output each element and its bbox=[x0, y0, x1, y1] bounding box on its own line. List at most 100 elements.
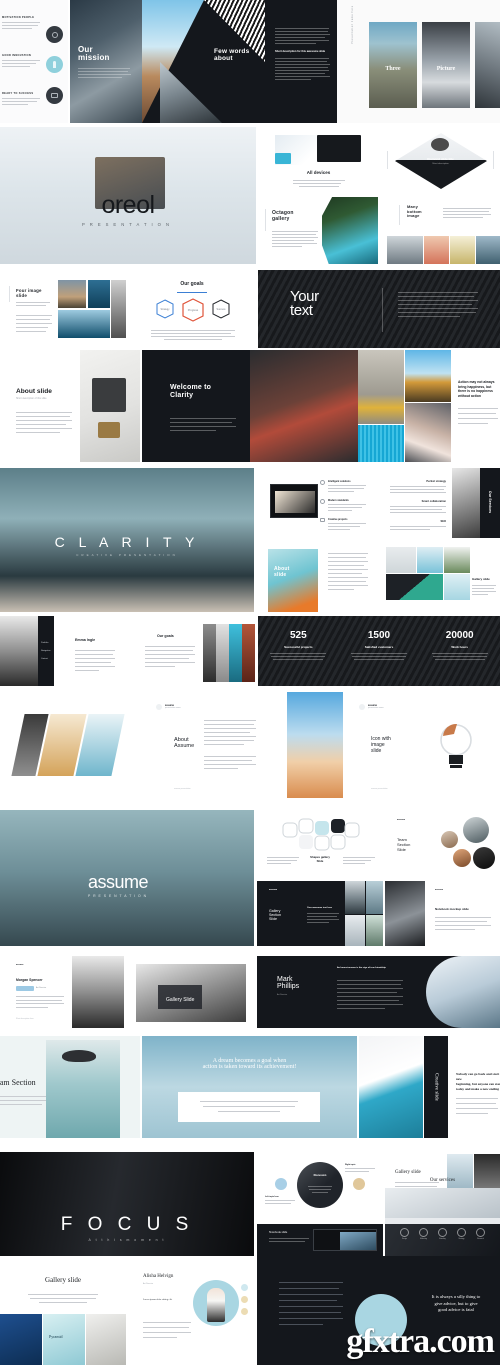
search-icon bbox=[320, 480, 325, 485]
service-icon-item[interactable]: Marketing bbox=[419, 1228, 428, 1240]
slide-few-words-text[interactable]: Short description for this awesome slide bbox=[265, 0, 337, 123]
assume-logo-icon-2 bbox=[359, 704, 365, 710]
row-focus: F O C U S A t t h i s m o m e n t Discus… bbox=[0, 1152, 500, 1256]
slide-welcome-bridge-image[interactable] bbox=[250, 350, 358, 462]
about-clarity-line2: slide bbox=[274, 571, 287, 578]
row-stats: Portfolio Navigation Contact Emma Ingle … bbox=[0, 614, 500, 688]
slide-diagonal-gallery[interactable] bbox=[0, 692, 140, 798]
assume-brand-sub-2: presentation name bbox=[368, 707, 384, 709]
service-icon-item[interactable]: Branding bbox=[438, 1228, 447, 1240]
gallery-slide-big-label: Gallery Slide bbox=[166, 997, 195, 1003]
rocket-icon[interactable] bbox=[46, 56, 63, 73]
slide-emma-ingle[interactable]: Emma Ingle bbox=[57, 616, 125, 686]
service-label-1: Design bbox=[402, 1239, 407, 1240]
diamond-title: Diamond slide title bbox=[427, 157, 454, 161]
slide-four-image[interactable]: Four image slide bbox=[0, 270, 126, 348]
slide-team-section-2[interactable]: Team Section bbox=[0, 1036, 140, 1138]
slide-action-text[interactable]: Action may not always bring happiness, b… bbox=[452, 350, 500, 462]
slide-portfolio-nav[interactable]: Portfolio Navigation Contact bbox=[0, 616, 54, 686]
alisha-dot-3[interactable] bbox=[241, 1308, 248, 1315]
gallery-section-brand: assume bbox=[269, 889, 278, 891]
slide-about-clarity[interactable]: About slide bbox=[258, 541, 377, 612]
discussion-left-label: Left topic here bbox=[265, 1196, 279, 1198]
avatar bbox=[441, 831, 458, 848]
our-goals-title: Our goals bbox=[180, 281, 204, 287]
portfolio-menu-1[interactable]: Portfolio bbox=[41, 642, 48, 644]
alisha-dot-2[interactable] bbox=[241, 1296, 248, 1303]
globe-icon bbox=[320, 499, 325, 504]
portfolio-menu-2[interactable]: Navigation bbox=[41, 650, 50, 652]
slide-stats[interactable]: 525 Successful projects 1500 Satisfied c… bbox=[258, 616, 500, 686]
service-icon-item[interactable]: Strategy bbox=[457, 1228, 466, 1240]
mark-line2: Phillips bbox=[277, 983, 300, 990]
slide-few-words[interactable]: Few words about bbox=[142, 0, 265, 123]
slide-icon-with-image[interactable]: assume presentation name Icon with image… bbox=[345, 692, 500, 798]
slide-about-assume[interactable]: assume presentation name About Assume as… bbox=[142, 692, 285, 798]
service-icon-item[interactable]: Research bbox=[476, 1228, 485, 1240]
service-label-4: Strategy bbox=[458, 1239, 465, 1240]
slide-shapes-gallery[interactable]: Shapes gallery Slide bbox=[257, 811, 383, 879]
slide-gallery-section[interactable]: assume Gallery Section Slide Your awesom… bbox=[257, 881, 383, 946]
slide-discussion[interactable]: Discussion Left topic here Right topic bbox=[257, 1152, 383, 1222]
slide-octagon-gallery[interactable]: Octagon gallery bbox=[259, 197, 378, 264]
three-picture-label-2: Picture bbox=[436, 66, 456, 72]
slide-gallery-column-1[interactable] bbox=[358, 350, 404, 462]
slide-welcome-clarity-dark[interactable]: Welcome to Clarity bbox=[142, 350, 250, 462]
slide-mark-phillips[interactable]: Mark Phillips Art Director An honest ans… bbox=[257, 956, 500, 1028]
slide-gallery-objects[interactable]: Gallery slide bbox=[380, 541, 500, 612]
slide-our-goals-2[interactable]: Our goals bbox=[127, 616, 255, 686]
target-icon[interactable] bbox=[46, 26, 63, 43]
portfolio-menu-3[interactable]: Contact bbox=[41, 658, 48, 660]
silly-line2: give advice, but to give bbox=[434, 1300, 478, 1306]
slide-our-services[interactable]: Perfect strategy Smart collaboration SEO… bbox=[380, 468, 500, 538]
slide-our-services-2[interactable]: Design Marketing Branding Strategy Resea… bbox=[385, 1224, 500, 1256]
slide-sky-image[interactable] bbox=[287, 692, 343, 798]
notebook-title: Notebook slide bbox=[269, 1230, 288, 1234]
slide-notebook[interactable]: Notebook slide bbox=[257, 1224, 383, 1256]
slide-morgan-spencer[interactable]: assume Morgan Spencer Art Director Short… bbox=[0, 956, 124, 1028]
slide-assume-cover[interactable]: assume P R E S E N T A T I O N bbox=[0, 810, 254, 946]
slide-focus-cover[interactable]: F O C U S A t t h i s m o m e n t bbox=[0, 1152, 254, 1256]
slide-nobody-quote[interactable]: Nobody can go back and start a new begin… bbox=[450, 1036, 500, 1138]
row-oreol-top: MOTIVATION PEOPLE GOOD INNOVATION READY … bbox=[0, 0, 500, 123]
row-clarity-cover: C L A R I T Y CREATIVE PRESENTATION Inte… bbox=[0, 464, 500, 612]
alisha-dot-1[interactable] bbox=[241, 1284, 248, 1291]
slide-our-goals[interactable]: Our goals Strategy Progress Success bbox=[129, 270, 255, 348]
silly-line3: good advice is fatal bbox=[438, 1307, 474, 1313]
slide-your-text[interactable]: Your text bbox=[258, 270, 500, 348]
slide-diamond[interactable]: Diamond slide title Short description bbox=[381, 127, 500, 194]
slide-our-mission[interactable]: Our mission bbox=[70, 0, 142, 123]
slide-dream-quote[interactable]: A dream becomes a goal when action is ta… bbox=[142, 1036, 357, 1138]
slide-all-devices[interactable]: All devices bbox=[259, 127, 378, 194]
slide-many-bottom-image[interactable]: Many bottom image bbox=[381, 197, 500, 264]
slide-three-picture[interactable]: Presentation name here Three Picture bbox=[337, 0, 500, 123]
slide-gallery-slide-big[interactable]: Gallery Slide bbox=[128, 956, 254, 1028]
welcome-line1: Welcome to bbox=[170, 384, 212, 391]
team-brand: assume bbox=[397, 819, 406, 821]
slide-features[interactable]: Intelligent solutions Modern standards C… bbox=[258, 468, 377, 538]
avatar bbox=[473, 847, 495, 869]
feature-label-3: Creative projects bbox=[328, 518, 348, 521]
slide-creative-side[interactable]: Creative slide bbox=[424, 1036, 448, 1138]
alisha-body-heading: Lorem ipsum dolor sitting elit. bbox=[143, 1298, 173, 1301]
slide-alisha[interactable]: Alisha Helvign Art Director Lorem ipsum … bbox=[129, 1256, 255, 1365]
alisha-title: Alisha Helvign bbox=[143, 1274, 174, 1279]
service-title-2: Smart collaboration bbox=[421, 500, 446, 503]
slide-creative-image[interactable] bbox=[359, 1036, 423, 1138]
slide-team-section[interactable]: assume Team Section Slide bbox=[385, 811, 500, 879]
icon-list-heading-3: READY TO SUCCESS bbox=[2, 92, 34, 95]
about-slide-subtitle: Short description of this slide bbox=[16, 397, 47, 400]
slide-icon-list[interactable]: MOTIVATION PEOPLE GOOD INNOVATION READY … bbox=[0, 0, 68, 123]
slide-gallery-slide-3[interactable]: Gallery slide Pyramid bbox=[0, 1256, 126, 1365]
slide-about[interactable]: About slide Short description of this sl… bbox=[0, 350, 140, 462]
about-assume-line2: Assume bbox=[174, 743, 195, 749]
service-icon-item[interactable]: Design bbox=[400, 1228, 409, 1240]
feature-label-2: Modern standards bbox=[328, 499, 349, 502]
about-slide-title: About slide bbox=[16, 388, 52, 395]
slide-oreol-cover[interactable]: oreol PRESENTATION bbox=[0, 127, 256, 264]
slide-clarity-cover[interactable]: C L A R I T Y CREATIVE PRESENTATION bbox=[0, 468, 254, 612]
slide-notebook-mockup[interactable]: assume Notebook mockup slide bbox=[385, 881, 500, 946]
slide-gallery-column-2[interactable] bbox=[405, 350, 451, 462]
service-label-5: Research bbox=[477, 1239, 484, 1240]
camera-icon[interactable] bbox=[46, 87, 63, 104]
